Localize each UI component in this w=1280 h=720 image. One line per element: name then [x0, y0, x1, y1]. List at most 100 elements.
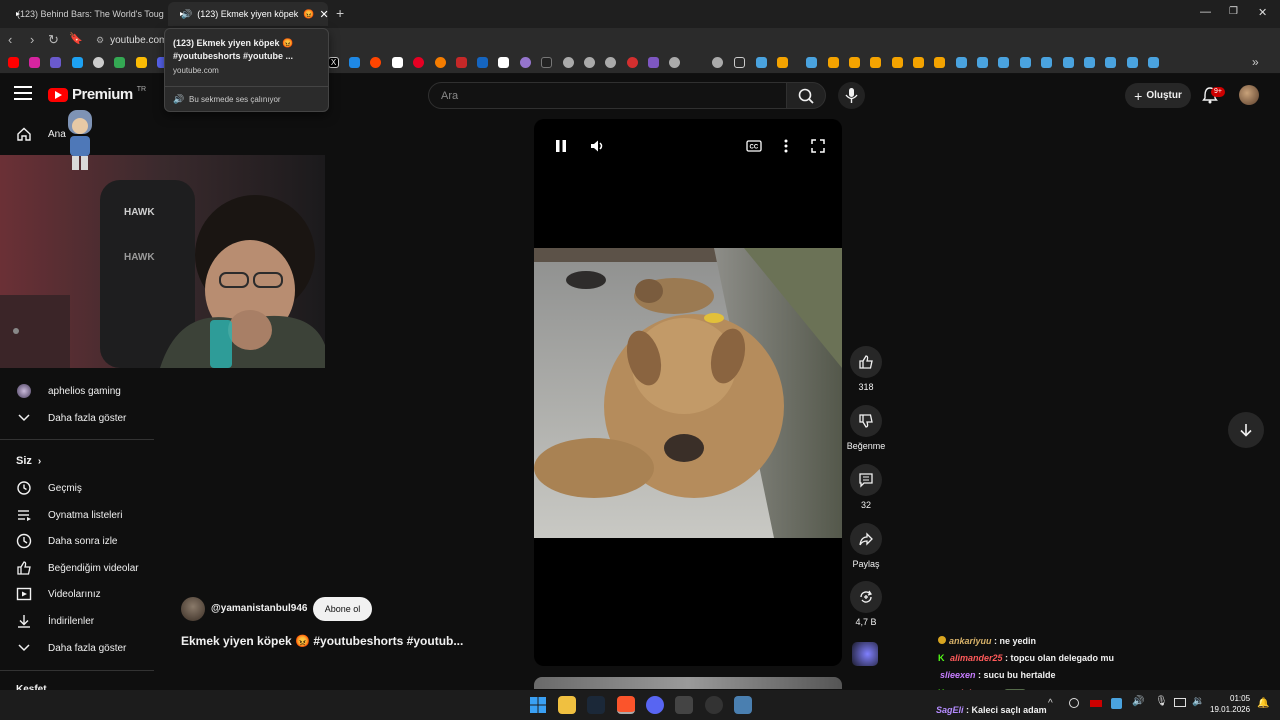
channel-name[interactable]: @yamanistanbul946	[211, 603, 307, 614]
file-explorer-icon[interactable]	[558, 696, 576, 714]
share-button[interactable]	[850, 523, 882, 555]
bookmark-icon[interactable]	[669, 57, 680, 68]
like-action[interactable]: 318	[847, 346, 885, 392]
bookmark-icon[interactable]	[648, 57, 659, 68]
app-icon[interactable]	[734, 696, 752, 714]
bookmark-icon[interactable]	[605, 57, 616, 68]
shorts-video-player[interactable]: CC	[534, 119, 842, 666]
bookmark-steam-icon[interactable]	[1084, 57, 1095, 68]
bookmark-steam-icon[interactable]	[756, 57, 767, 68]
tray-app-icon[interactable]	[1090, 700, 1102, 707]
tray-app-icon[interactable]	[1069, 698, 1079, 708]
dislike-button[interactable]	[850, 405, 882, 437]
volume-icon[interactable]	[590, 139, 604, 153]
bookmark-icon[interactable]	[72, 57, 83, 68]
sidebar-item-history[interactable]: Geçmiş	[0, 475, 154, 501]
bookmark-icon[interactable]	[849, 57, 860, 68]
more-bookmarks-icon[interactable]: »	[1252, 55, 1259, 69]
sound-thumbnail[interactable]	[852, 642, 878, 666]
bookmark-steam-icon[interactable]	[1063, 57, 1074, 68]
bookmark-steam-icon[interactable]	[1020, 57, 1031, 68]
bookmark-icon[interactable]	[136, 57, 147, 68]
forward-icon[interactable]: ›	[30, 32, 34, 47]
bookmark-folder-icon[interactable]	[734, 57, 745, 68]
url-field[interactable]: ⚙ youtube.com	[90, 31, 167, 49]
bookmark-icon[interactable]	[392, 57, 403, 68]
fullscreen-icon[interactable]	[811, 139, 825, 153]
system-clock[interactable]: 01:05 19.01.2026	[1210, 693, 1250, 715]
youtube-premium-logo[interactable]: Premium TR	[48, 86, 146, 103]
restore-icon[interactable]: ❐	[1229, 6, 1238, 17]
microphone-tray-icon[interactable]: 🎙	[1155, 696, 1168, 707]
bookmark-steam-icon[interactable]	[806, 57, 817, 68]
sidebar-item-your-videos[interactable]: Videolarınız	[0, 581, 154, 607]
bookmark-steam-icon[interactable]	[956, 57, 967, 68]
bookmark-reddit-icon[interactable]	[370, 57, 381, 68]
bookmark-icon[interactable]	[712, 57, 723, 68]
bookmark-icon[interactable]	[892, 57, 903, 68]
tab-ekmek-yiyen-kopek[interactable]: 🔊 (123) Ekmek yiyen köpek 😡 ✕	[168, 2, 328, 26]
back-icon[interactable]: ‹	[8, 32, 12, 47]
next-short-preview[interactable]	[534, 677, 842, 689]
bookmark-pinterest-icon[interactable]	[413, 57, 424, 68]
site-settings-icon[interactable]: ⚙	[96, 35, 104, 46]
bookmark-icon[interactable]	[584, 57, 595, 68]
bookmark-steam-icon[interactable]	[977, 57, 988, 68]
minimize-icon[interactable]: —	[1200, 6, 1211, 18]
voice-search-button[interactable]	[838, 82, 865, 109]
bookmark-icon[interactable]	[563, 57, 574, 68]
dislike-action[interactable]: Beğenme	[843, 405, 889, 451]
tab-behind-bars[interactable]: (123) Behind Bars: The World's Tougl	[4, 4, 164, 24]
bookmark-icon[interactable]	[477, 57, 488, 68]
close-tab-icon[interactable]: ✕	[319, 8, 328, 21]
bookmark-icon[interactable]	[870, 57, 881, 68]
sidebar-item-downloads[interactable]: İndirilenler	[0, 608, 154, 634]
app-icon[interactable]	[705, 696, 723, 714]
sidebar-item-liked-videos[interactable]: Beğendiğim videolar	[0, 555, 154, 581]
bookmark-icon[interactable]	[456, 57, 467, 68]
bookmark-icon[interactable]	[114, 57, 125, 68]
bookmark-icon[interactable]	[934, 57, 945, 68]
bookmark-youtube-icon[interactable]	[8, 57, 19, 68]
sidebar-you-header[interactable]: Siz ›	[16, 455, 41, 467]
bookmark-icon[interactable]	[93, 57, 104, 68]
sidebar-item-playlists[interactable]: Oynatma listeleri	[0, 502, 154, 528]
bookmark-instagram-icon[interactable]	[29, 57, 40, 68]
sidebar-show-more[interactable]: Daha fazla göster	[0, 635, 154, 661]
sidebar-item-watch-later[interactable]: Daha sonra izle	[0, 528, 154, 554]
bookmark-icon[interactable]	[627, 57, 638, 68]
bookmark-steam-icon[interactable]	[998, 57, 1009, 68]
windows-start-icon[interactable]	[529, 696, 547, 714]
bookmark-x-icon[interactable]: X	[328, 57, 339, 68]
comments-action[interactable]: 32	[847, 464, 885, 510]
show-hidden-icons-icon[interactable]: ^	[1048, 698, 1053, 709]
pause-icon[interactable]	[554, 139, 568, 153]
bookmark-icon[interactable]: 🔖	[69, 32, 83, 45]
bookmark-steam-icon[interactable]	[1127, 57, 1138, 68]
bookmark-icon[interactable]	[498, 57, 509, 68]
speaker-tray-icon[interactable]: 🔉	[1192, 696, 1204, 707]
bookmark-steam-icon[interactable]	[1041, 57, 1052, 68]
remix-action[interactable]: 4,7 B	[847, 581, 885, 627]
volume-tray-icon[interactable]: 🔊	[1132, 696, 1144, 707]
new-tab-icon[interactable]: +	[336, 5, 344, 21]
next-short-button[interactable]	[1228, 412, 1264, 448]
remix-button[interactable]	[850, 581, 882, 613]
hamburger-menu-icon[interactable]	[14, 86, 32, 100]
short-title[interactable]: Ekmek yiyen köpek 😡 #youtubeshorts #yout…	[181, 634, 463, 648]
bookmark-icon[interactable]	[435, 57, 446, 68]
sidebar-item-subscription[interactable]: aphelios gaming	[0, 378, 154, 404]
discord-icon[interactable]	[646, 696, 664, 714]
reload-icon[interactable]: ↻	[48, 32, 59, 48]
bookmark-icon[interactable]	[541, 57, 552, 68]
search-input[interactable]: Ara	[428, 82, 788, 109]
comments-button[interactable]	[850, 464, 882, 496]
network-icon[interactable]	[1174, 698, 1186, 707]
create-button[interactable]: + Oluştur	[1125, 83, 1191, 108]
bookmark-icon[interactable]	[828, 57, 839, 68]
closed-captions-icon[interactable]: CC	[746, 139, 762, 153]
search-button[interactable]	[786, 82, 826, 109]
close-window-icon[interactable]: ✕	[1258, 6, 1267, 19]
subscribe-button[interactable]: Abone ol	[313, 597, 372, 621]
more-options-icon[interactable]	[782, 139, 790, 153]
